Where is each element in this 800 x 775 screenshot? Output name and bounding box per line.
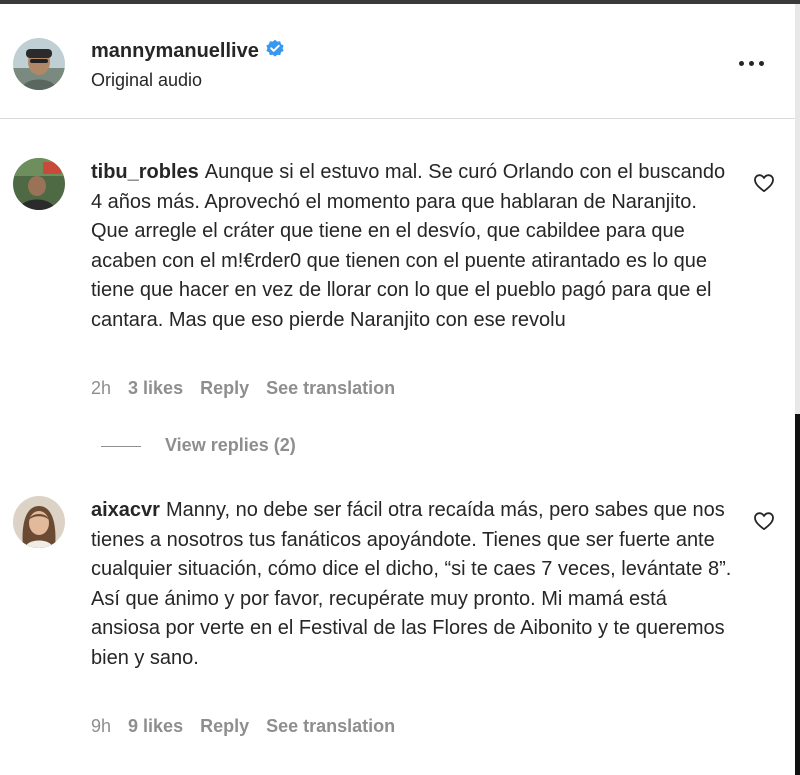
replies-divider-line [101, 445, 141, 447]
avatar[interactable] [13, 158, 65, 210]
audio-label[interactable]: Original audio [91, 70, 202, 91]
comment-body: Manny, no debe ser fácil otra recaída má… [91, 499, 732, 669]
see-translation-button[interactable]: See translation [266, 378, 395, 398]
post-username-text[interactable]: mannymanuellive [91, 40, 259, 62]
comment-username[interactable]: aixacvr [91, 499, 160, 521]
reply-button[interactable]: Reply [200, 378, 249, 398]
comment-username[interactable]: tibu_robles [91, 161, 199, 183]
avatar[interactable] [13, 38, 65, 90]
window-right-edge [795, 4, 800, 775]
more-options-icon[interactable] [737, 54, 767, 74]
heart-outline-icon[interactable] [753, 173, 775, 193]
comment-time[interactable]: 2h [91, 378, 111, 398]
comment-body: Aunque si el estuvo mal. Se curó Orlando… [91, 161, 726, 331]
heart-outline-icon[interactable] [753, 511, 775, 531]
comment-meta: 9h 9 likes Reply See translation [91, 716, 412, 737]
view-replies-button[interactable]: View replies (2) [101, 435, 296, 456]
comment-text: tibu_robles Aunque si el estuvo mal. Se c… [91, 158, 736, 336]
likes-count[interactable]: 9 likes [128, 716, 183, 736]
comment-meta: 2h 3 likes Reply See translation [91, 378, 412, 399]
comment-time[interactable]: 9h [91, 716, 111, 736]
verified-badge-icon [265, 39, 285, 65]
avatar[interactable] [13, 496, 65, 548]
likes-count[interactable]: 3 likes [128, 378, 183, 398]
post-username[interactable]: mannymanuellive [91, 39, 285, 65]
post-header: mannymanuellive Original audio [0, 4, 795, 119]
view-replies-label[interactable]: View replies (2) [165, 435, 296, 455]
comment-text: aixacvr Manny, no debe ser fácil otra rec… [91, 496, 736, 674]
see-translation-button[interactable]: See translation [266, 716, 395, 736]
reply-button[interactable]: Reply [200, 716, 249, 736]
